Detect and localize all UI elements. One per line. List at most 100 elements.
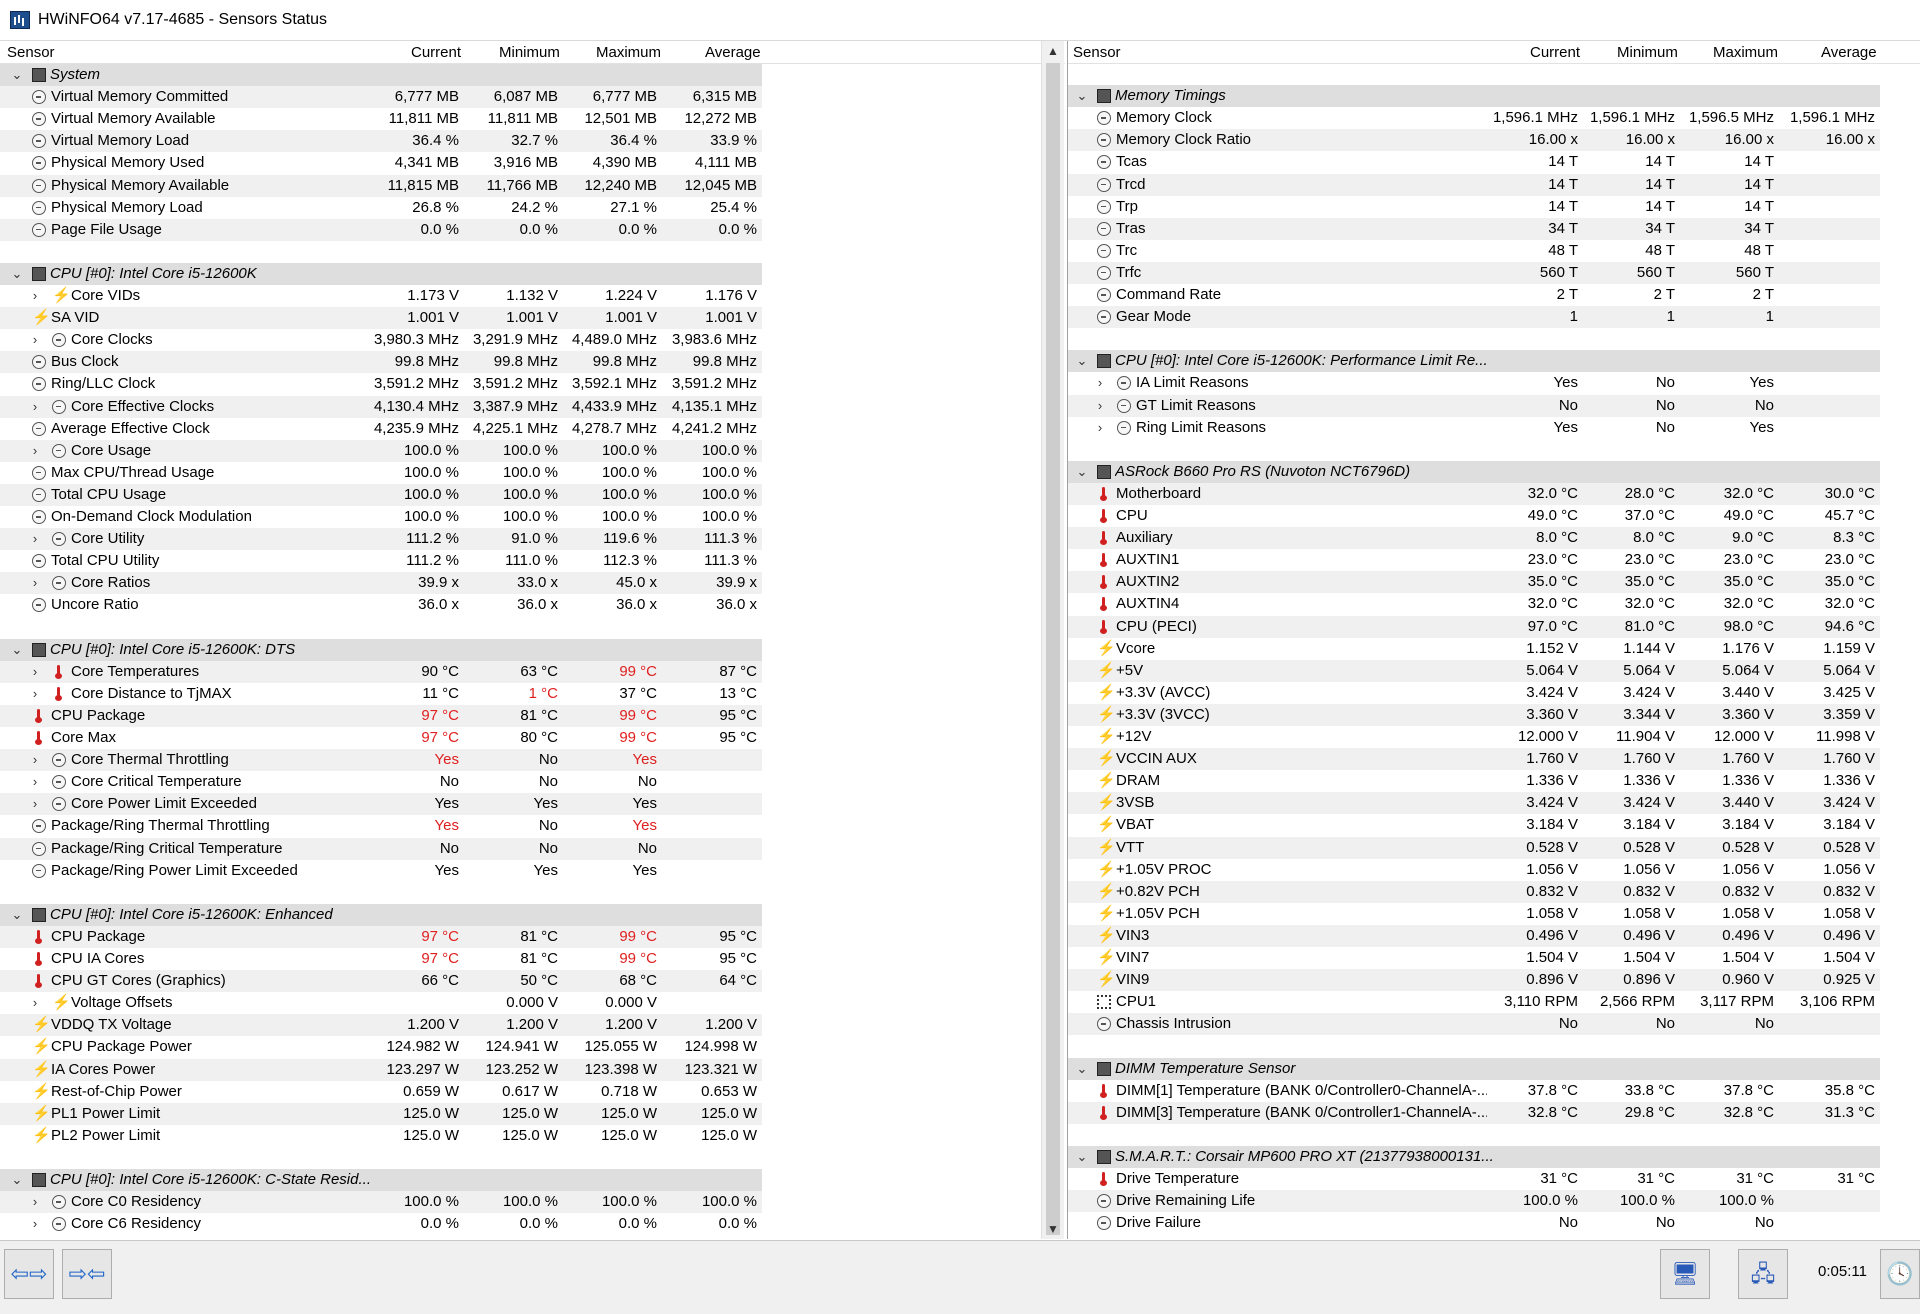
col-minimum[interactable]: Minimum (1617, 44, 1678, 61)
nav-expand-button[interactable]: ⇦⇨ (4, 1249, 54, 1299)
sensor-row[interactable]: › Core Clocks 3,980.3 MHz 3,291.9 MHz 4,489.… (0, 329, 1065, 351)
scroll-thumb[interactable] (1046, 63, 1060, 1235)
expand-chevron-icon[interactable]: › (28, 749, 42, 771)
expand-chevron-icon[interactable]: › (28, 793, 42, 815)
sensor-row[interactable]: VTT 0.528 V 0.528 V 0.528 V 0.528 V (1068, 836, 1920, 859)
collapse-chevron-icon[interactable]: ⌄ (1075, 1058, 1089, 1080)
col-average[interactable]: Average (705, 44, 761, 61)
collapse-chevron-icon[interactable]: ⌄ (1075, 461, 1089, 483)
sensor-row[interactable]: DIMM[1] Temperature (BANK 0/Controller0-… (1068, 1080, 1920, 1102)
sensor-row[interactable]: DRAM 1.336 V 1.336 V 1.336 V 1.336 V (1068, 770, 1920, 792)
sensor-row[interactable]: +0.82V PCH 0.832 V 0.832 V 0.832 V 0.832 V (1068, 880, 1920, 903)
sensor-row[interactable]: › Core VIDs 1.173 V 1.132 V 1.224 V 1.176 V (0, 285, 1065, 307)
sensor-group-header[interactable]: ⌄ CPU [#0]: Intel Core i5-12600K: Enhance… (0, 903, 1065, 926)
expand-chevron-icon[interactable]: › (28, 661, 42, 683)
sensor-row[interactable]: › Core Temperatures 90 °C 63 °C 99 °C 87 °C (0, 660, 1065, 683)
sensor-row[interactable]: Vcore 1.152 V 1.144 V 1.176 V 1.159 V (1068, 638, 1920, 660)
sensor-row[interactable]: Trc 48 T 48 T 48 T (1068, 240, 1920, 262)
sensor-group-header[interactable]: ⌄ ASRock B660 Pro RS (Nuvoton NCT6796D) (1068, 460, 1920, 483)
sensor-row[interactable]: PL1 Power Limit 125.0 W 125.0 W 125.0 W 125.… (0, 1102, 1065, 1125)
sensor-row[interactable]: +3.3V (AVCC) 3.424 V 3.424 V 3.440 V 3.425 V (1068, 682, 1920, 704)
sensor-row[interactable]: › Core C0 Residency 100.0 % 100.0 % 100.0 % 1… (0, 1191, 1065, 1214)
sensor-row[interactable]: +1.05V PROC 1.056 V 1.056 V 1.056 V 1.056 V (1068, 859, 1920, 881)
collapse-chevron-icon[interactable]: ⌄ (10, 64, 24, 86)
sensor-row[interactable]: On-Demand Clock Modulation 100.0 % 100.0 %… (0, 506, 1065, 528)
col-maximum[interactable]: Maximum (596, 44, 661, 61)
sensor-row[interactable]: CPU GT Cores (Graphics) 66 °C 50 °C 68 °C 64… (0, 970, 1065, 993)
sensor-row[interactable]: VIN9 0.896 V 0.896 V 0.960 V 0.925 V (1068, 969, 1920, 992)
col-current[interactable]: Current (1530, 44, 1580, 61)
expand-chevron-icon[interactable]: › (1093, 372, 1107, 394)
sensor-row[interactable]: Virtual Memory Available 11,811 MB 11,811 … (0, 108, 1065, 130)
sensor-row[interactable]: › Core Power Limit Exceeded Yes Yes Yes (0, 793, 1065, 816)
sensor-row[interactable]: › IA Limit Reasons Yes No Yes (1068, 372, 1920, 394)
sensor-row[interactable]: DIMM[3] Temperature (BANK 0/Controller1-… (1068, 1101, 1920, 1124)
col-maximum[interactable]: Maximum (1713, 44, 1778, 61)
sensor-row[interactable]: Package/Ring Power Limit Exceeded Yes Yes Y… (0, 860, 1065, 882)
sensor-row[interactable]: Drive Remaining Life 100.0 % 100.0 % 100.0 … (1068, 1190, 1920, 1213)
nav-collapse-button[interactable]: ⇨⇦ (62, 1249, 112, 1299)
sensor-group-header[interactable]: ⌄ System (0, 64, 1065, 86)
sensor-row[interactable]: Max CPU/Thread Usage 100.0 % 100.0 % 100.0 … (0, 462, 1065, 484)
scroll-down-icon[interactable]: ▼ (1042, 1219, 1064, 1239)
sensor-row[interactable]: Ring/LLC Clock 3,591.2 MHz 3,591.2 MHz 3,59… (0, 373, 1065, 395)
sensor-row[interactable]: › Core Critical Temperature No No No (0, 771, 1065, 793)
col-minimum[interactable]: Minimum (499, 44, 560, 61)
right-sensor-pane[interactable]: Sensor Current Minimum Maximum Average ⌄… (1067, 41, 1920, 1239)
sensor-row[interactable]: › Core Usage 100.0 % 100.0 % 100.0 % 100.0 % (0, 439, 1065, 462)
sensor-row[interactable]: Trcd 14 T 14 T 14 T (1068, 173, 1920, 196)
sensor-row[interactable]: +3.3V (3VCC) 3.360 V 3.344 V 3.360 V 3.359 V (1068, 703, 1920, 726)
expand-chevron-icon[interactable]: › (28, 683, 42, 705)
sensor-row[interactable]: VIN7 1.504 V 1.504 V 1.504 V 1.504 V (1068, 947, 1920, 969)
sensor-row[interactable]: Memory Clock Ratio 16.00 x 16.00 x 16.00 x 1… (1068, 129, 1920, 152)
sensor-row[interactable]: Virtual Memory Committed 6,777 MB 6,087 MB… (0, 86, 1065, 109)
sensor-row[interactable]: VDDQ TX Voltage 1.200 V 1.200 V 1.200 V 1.20… (0, 1014, 1065, 1037)
sensor-group-header[interactable]: ⌄ S.M.A.R.T.: Corsair MP600 PRO XT (21377… (1068, 1145, 1920, 1168)
sensor-row[interactable]: Physical Memory Used 4,341 MB 3,916 MB 4,39… (0, 152, 1065, 174)
sensor-row[interactable]: Virtual Memory Load 36.4 % 32.7 % 36.4 % 33.… (0, 130, 1065, 153)
sensor-row[interactable]: Motherboard 32.0 °C 28.0 °C 32.0 °C 30.0 °C (1068, 482, 1920, 505)
col-sensor[interactable]: Sensor (7, 44, 55, 61)
sensor-row[interactable]: Average Effective Clock 4,235.9 MHz 4,225.… (0, 418, 1065, 440)
sensor-group-header[interactable]: ⌄ CPU [#0]: Intel Core i5-12600K: C-State… (0, 1169, 1065, 1191)
clock-icon[interactable]: 🕓 (1880, 1249, 1920, 1299)
sensor-row[interactable]: Rest-of-Chip Power 0.659 W 0.617 W 0.718 W 0… (0, 1081, 1065, 1103)
expand-chevron-icon[interactable]: › (28, 285, 42, 307)
sensor-row[interactable]: CPU IA Cores 97 °C 81 °C 99 °C 95 °C (0, 948, 1065, 970)
expand-chevron-icon[interactable]: › (28, 1213, 42, 1235)
expand-chevron-icon[interactable]: › (28, 440, 42, 462)
monitor-settings-icon[interactable]: 🖥 (1660, 1249, 1710, 1299)
sensor-row[interactable]: Total CPU Utility 111.2 % 111.0 % 112.3 % 11… (0, 550, 1065, 572)
sensor-row[interactable]: › GT Limit Reasons No No No (1068, 394, 1920, 417)
sensor-row[interactable]: CPU Package 97 °C 81 °C 99 °C 95 °C (0, 925, 1065, 948)
collapse-chevron-icon[interactable]: ⌄ (1075, 1146, 1089, 1168)
collapse-chevron-icon[interactable]: ⌄ (1075, 85, 1089, 107)
collapse-chevron-icon[interactable]: ⌄ (10, 263, 24, 285)
sensor-row[interactable]: Package/Ring Thermal Throttling Yes No Yes (0, 815, 1065, 837)
sensor-row[interactable]: IA Cores Power 123.297 W 123.252 W 123.398 … (0, 1058, 1065, 1081)
sensor-row[interactable]: SA VID 1.001 V 1.001 V 1.001 V 1.001 V (0, 307, 1065, 330)
sensor-group-header[interactable]: ⌄ Memory Timings (1068, 85, 1920, 108)
col-average[interactable]: Average (1821, 44, 1877, 61)
sensor-row[interactable]: Physical Memory Available 11,815 MB 11,766… (0, 174, 1065, 197)
left-sensor-pane[interactable]: Sensor Current Minimum Maximum Average ⌄… (0, 41, 1065, 1239)
sensor-group-header[interactable]: ⌄ CPU [#0]: Intel Core i5-12600K: Perform… (1068, 350, 1920, 373)
sensor-row[interactable]: 3VSB 3.424 V 3.424 V 3.440 V 3.424 V (1068, 792, 1920, 815)
sensor-row[interactable]: Core Max 97 °C 80 °C 99 °C 95 °C (0, 727, 1065, 749)
sensor-row[interactable]: › Core Thermal Throttling Yes No Yes (0, 749, 1065, 772)
sensor-row[interactable]: CPU 49.0 °C 37.0 °C 49.0 °C 45.7 °C (1068, 505, 1920, 527)
expand-chevron-icon[interactable]: › (1093, 417, 1107, 439)
sensor-row[interactable]: PL2 Power Limit 125.0 W 125.0 W 125.0 W 125.… (0, 1125, 1065, 1147)
sensor-row[interactable]: Uncore Ratio 36.0 x 36.0 x 36.0 x 36.0 x (0, 594, 1065, 616)
sensor-row[interactable]: AUXTIN1 23.0 °C 23.0 °C 23.0 °C 23.0 °C (1068, 549, 1920, 571)
sensor-row[interactable]: › Core Utility 111.2 % 91.0 % 119.6 % 111.3 % (0, 528, 1065, 551)
sensor-row[interactable]: VCCIN AUX 1.760 V 1.760 V 1.760 V 1.760 V (1068, 748, 1920, 771)
sensor-row[interactable]: AUXTIN4 32.0 °C 32.0 °C 32.0 °C 32.0 °C (1068, 593, 1920, 615)
sensor-group-header[interactable]: ⌄ DIMM Temperature Sensor (1068, 1057, 1920, 1080)
sensor-row[interactable]: Physical Memory Load 26.8 % 24.2 % 27.1 % 25… (0, 197, 1065, 219)
sensor-row[interactable]: Chassis Intrusion No No No (1068, 1013, 1920, 1036)
sensor-row[interactable]: VIN3 0.496 V 0.496 V 0.496 V 0.496 V (1068, 924, 1920, 947)
expand-chevron-icon[interactable]: › (28, 771, 42, 793)
sensor-row[interactable]: Auxiliary 8.0 °C 8.0 °C 9.0 °C 8.3 °C (1068, 527, 1920, 550)
expand-chevron-icon[interactable]: › (28, 1191, 42, 1213)
